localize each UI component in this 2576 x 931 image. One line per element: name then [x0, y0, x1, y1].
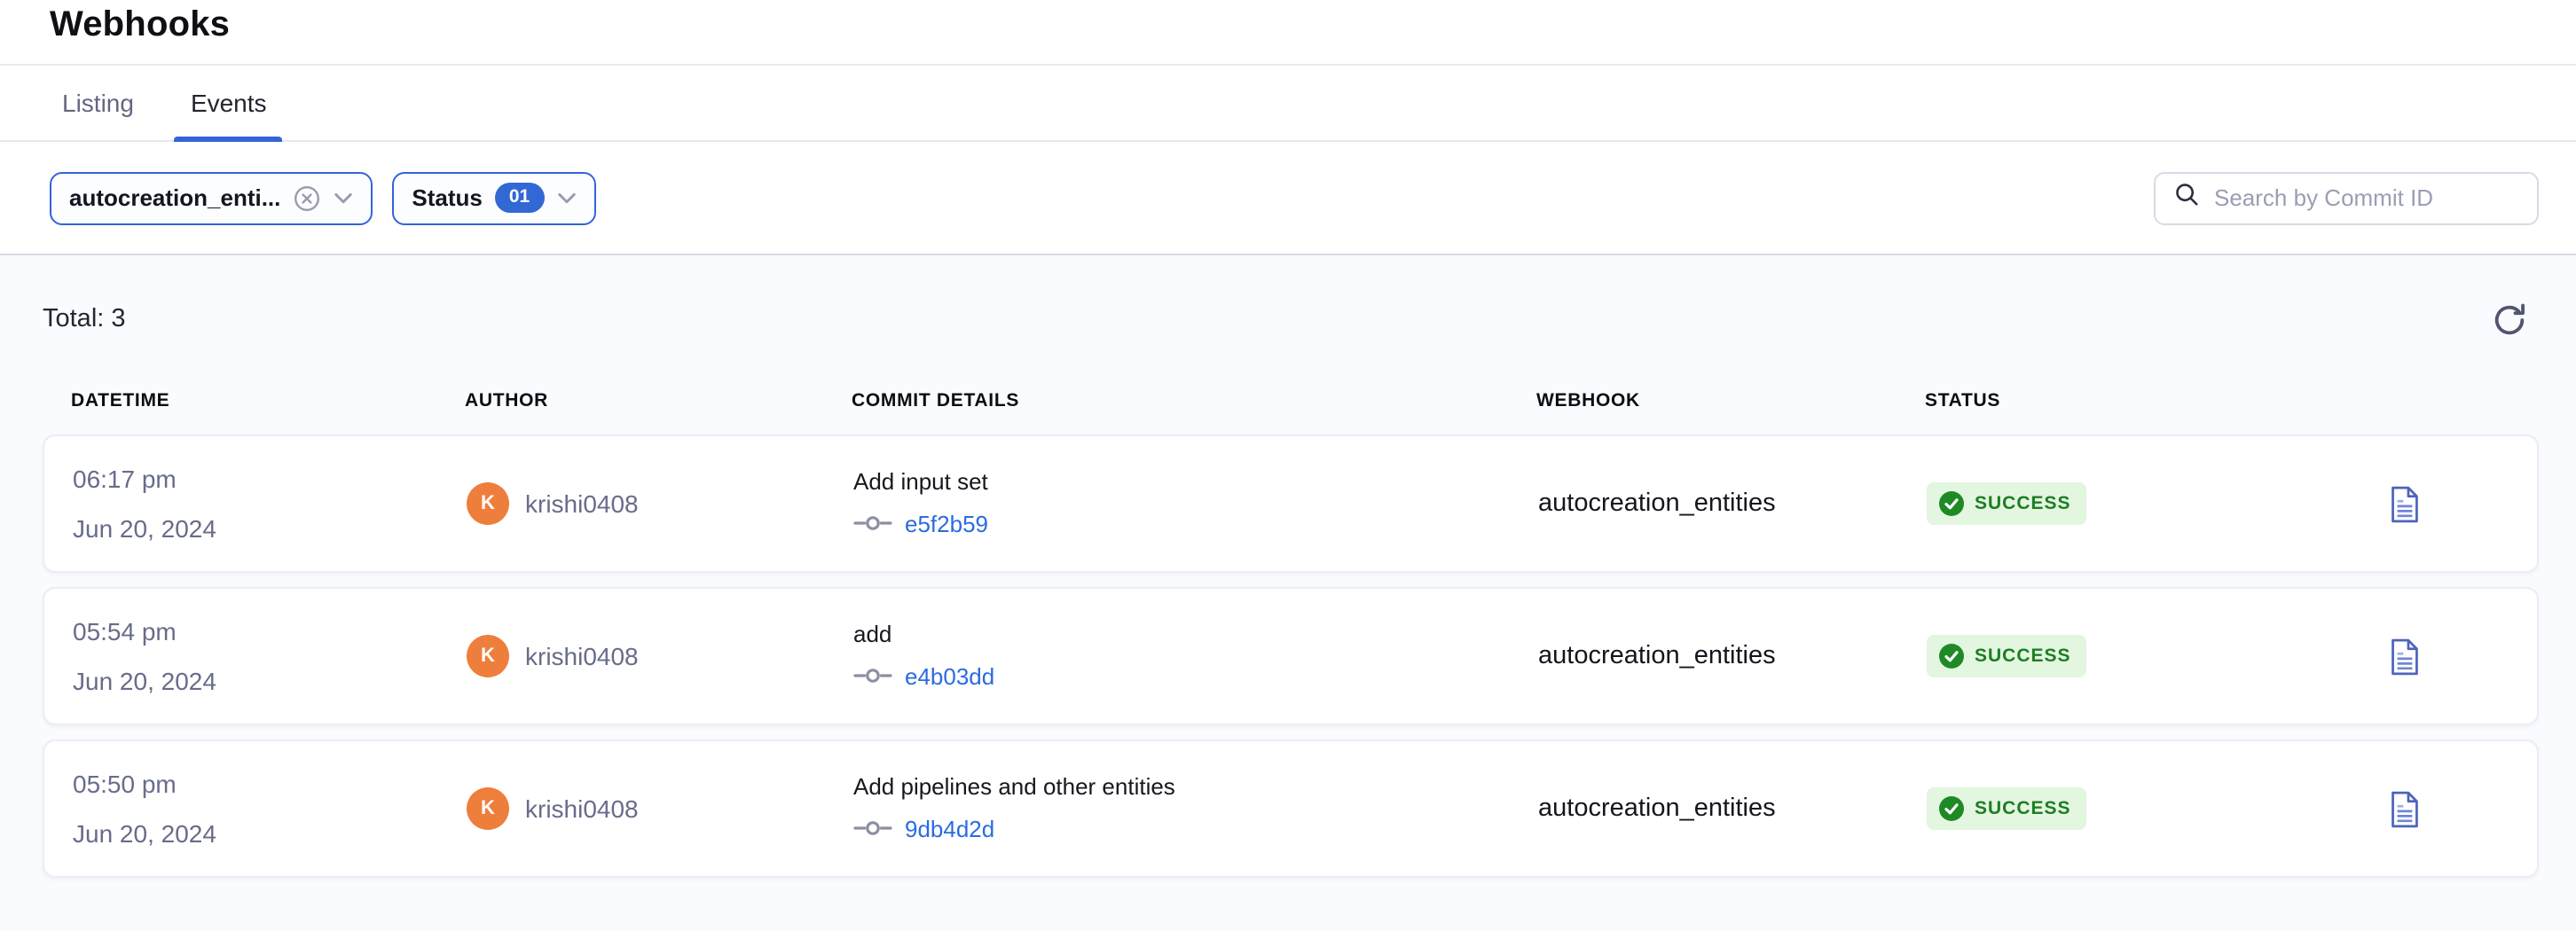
avatar: K [467, 787, 509, 830]
tab-listing-label: Listing [62, 89, 134, 117]
payload-document-icon[interactable] [2386, 786, 2423, 831]
events-content: Total: 3 DATETIME AUTHOR COMMIT DETAILS … [0, 255, 2576, 931]
commit-id-line: e5f2b59 [853, 508, 1538, 540]
tab-events-label: Events [191, 89, 267, 117]
event-row[interactable]: 05:50 pm Jun 20, 2024 K krishi0408 Add p… [43, 739, 2539, 878]
author-name: krishi0408 [525, 489, 639, 518]
commit-details-cell: Add pipelines and other entities 9db4d2d [853, 772, 1538, 845]
row-action-cell [2294, 481, 2537, 526]
webhook-cell: autocreation_entities [1538, 793, 1927, 825]
avatar: K [467, 635, 509, 677]
commit-message: Add input set [853, 467, 1538, 494]
results-toolbar: Total: 3 [43, 293, 2539, 346]
webhook-name: autocreation_entities [1538, 794, 1776, 823]
commit-id-line: 9db4d2d [853, 813, 1538, 845]
commit-message: Add pipelines and other entities [853, 772, 1538, 799]
commit-id-link[interactable]: 9db4d2d [905, 816, 994, 842]
webhook-name: autocreation_entities [1538, 489, 1776, 518]
event-row[interactable]: 06:17 pm Jun 20, 2024 K krishi0408 Add i… [43, 434, 2539, 573]
refresh-button[interactable] [2487, 297, 2532, 341]
status-badge: SUCCESS [1927, 635, 2087, 677]
status-text: SUCCESS [1975, 645, 2071, 667]
datetime-cell: 06:17 pm Jun 20, 2024 [73, 465, 467, 543]
check-circle-icon [1939, 796, 1964, 821]
page-header: Webhooks [0, 0, 2576, 66]
status-text: SUCCESS [1975, 493, 2071, 514]
status-cell: SUCCESS [1927, 482, 2294, 525]
status-filter-chip[interactable]: Status 01 [392, 171, 595, 224]
filter-bar: autocreation_enti... Status 01 [0, 142, 2576, 255]
chevron-down-icon[interactable] [556, 191, 576, 205]
event-time: 05:54 pm [73, 617, 467, 645]
search-input[interactable] [2214, 184, 2519, 211]
webhook-filter-chip[interactable]: autocreation_enti... [50, 171, 373, 224]
author-cell: K krishi0408 [467, 635, 853, 677]
search-box [2154, 171, 2539, 224]
author-name: krishi0408 [525, 642, 639, 670]
column-header-author: AUTHOR [465, 390, 852, 411]
webhook-name: autocreation_entities [1538, 642, 1776, 670]
event-date: Jun 20, 2024 [73, 514, 467, 543]
status-badge: SUCCESS [1927, 482, 2087, 525]
page-title: Webhooks [50, 5, 2576, 46]
webhook-cell: autocreation_entities [1538, 488, 1927, 520]
payload-document-icon[interactable] [2386, 634, 2423, 678]
webhook-cell: autocreation_entities [1538, 640, 1927, 672]
chevron-down-icon[interactable] [334, 191, 353, 205]
avatar: K [467, 482, 509, 525]
tab-events[interactable]: Events [175, 66, 283, 140]
commit-details-cell: add e4b03dd [853, 620, 1538, 692]
commit-message: add [853, 620, 1538, 646]
status-filter-count: 01 [495, 184, 544, 213]
webhooks-page: Webhooks Listing Events autocreation_ent… [0, 0, 2576, 931]
column-header-commit-details: COMMIT DETAILS [852, 390, 1536, 411]
datetime-cell: 05:54 pm Jun 20, 2024 [73, 617, 467, 695]
status-text: SUCCESS [1975, 798, 2071, 819]
event-time: 06:17 pm [73, 465, 467, 493]
column-header-status: STATUS [1925, 390, 2292, 411]
search-icon [2173, 180, 2200, 215]
event-rows: 06:17 pm Jun 20, 2024 K krishi0408 Add i… [43, 434, 2539, 878]
tab-listing[interactable]: Listing [46, 66, 150, 140]
payload-document-icon[interactable] [2386, 481, 2423, 526]
git-commit-icon [853, 508, 892, 540]
column-header-datetime: DATETIME [71, 390, 465, 411]
commit-id-link[interactable]: e4b03dd [905, 663, 994, 690]
row-action-cell [2294, 634, 2537, 678]
status-cell: SUCCESS [1927, 635, 2294, 677]
filter-chips: autocreation_enti... Status 01 [50, 171, 2154, 224]
event-date: Jun 20, 2024 [73, 819, 467, 848]
tabbar: Listing Events [0, 66, 2576, 142]
commit-details-cell: Add input set e5f2b59 [853, 467, 1538, 540]
total-count: Total: 3 [43, 305, 126, 333]
author-cell: K krishi0408 [467, 787, 853, 830]
webhook-filter-label: autocreation_enti... [69, 184, 280, 211]
git-commit-icon [853, 813, 892, 845]
git-commit-icon [853, 661, 892, 692]
author-name: krishi0408 [525, 794, 639, 823]
commit-id-link[interactable]: e5f2b59 [905, 511, 988, 537]
circle-x-icon[interactable] [293, 184, 321, 212]
column-header-webhook: WEBHOOK [1536, 390, 1925, 411]
table-header: DATETIME AUTHOR COMMIT DETAILS WEBHOOK S… [43, 374, 2539, 427]
author-cell: K krishi0408 [467, 482, 853, 525]
event-date: Jun 20, 2024 [73, 667, 467, 695]
status-badge: SUCCESS [1927, 787, 2087, 830]
event-row[interactable]: 05:54 pm Jun 20, 2024 K krishi0408 add e… [43, 587, 2539, 725]
check-circle-icon [1939, 491, 1964, 516]
commit-id-line: e4b03dd [853, 661, 1538, 692]
check-circle-icon [1939, 644, 1964, 669]
row-action-cell [2294, 786, 2537, 831]
status-filter-label: Status [412, 184, 482, 211]
datetime-cell: 05:50 pm Jun 20, 2024 [73, 770, 467, 848]
event-time: 05:50 pm [73, 770, 467, 798]
status-cell: SUCCESS [1927, 787, 2294, 830]
